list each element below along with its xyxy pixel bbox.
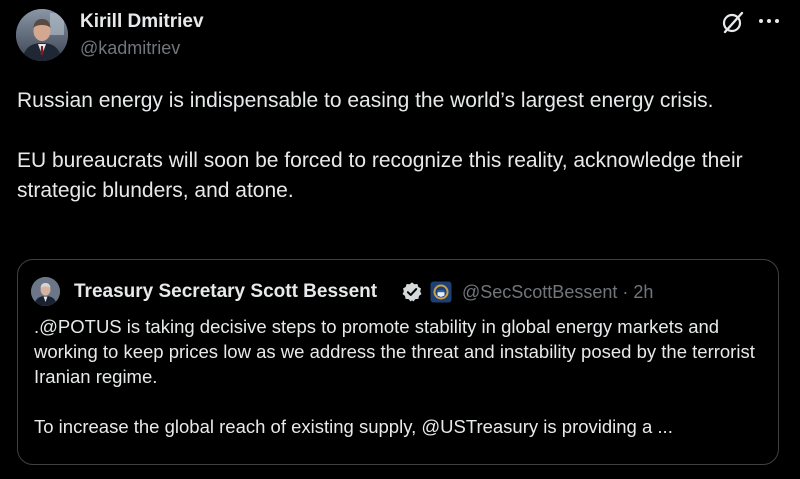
quote-paragraph-2: To increase the global reach of existing…	[34, 416, 673, 437]
more-icon[interactable]	[756, 8, 782, 34]
quote-timestamp[interactable]: 2h	[633, 282, 653, 302]
quote-author-name[interactable]: Treasury Secretary Scott Bessent	[74, 280, 377, 304]
meta-separator: ·	[622, 282, 629, 302]
verified-icon	[401, 281, 423, 303]
tweet-paragraph-2: EU bureaucrats will soon be forced to re…	[17, 149, 743, 202]
tweet-paragraph-1: Russian energy is indispensable to easin…	[17, 89, 714, 112]
quote-paragraph-1: .@POTUS is taking decisive steps to prom…	[34, 316, 755, 387]
quote-author-meta: @SecScottBessent · 2h	[462, 280, 653, 304]
quote-author-handle[interactable]: @SecScottBessent	[462, 282, 617, 302]
gov-badge-icon	[430, 281, 452, 303]
author-name[interactable]: Kirill Dmitriev	[80, 10, 204, 34]
grok-icon[interactable]	[721, 10, 745, 34]
author-avatar[interactable]	[16, 9, 68, 61]
quoted-tweet[interactable]: Treasury Secretary Scott Bessent @SecSco…	[17, 259, 779, 465]
author-handle[interactable]: @kadmitriev	[80, 36, 180, 60]
tweet-text: Russian energy is indispensable to easin…	[17, 86, 787, 206]
quote-author-avatar[interactable]	[31, 277, 60, 306]
quote-text: .@POTUS is taking decisive steps to prom…	[34, 314, 769, 439]
tweet-card: Kirill Dmitriev @kadmitriev Russian ener…	[0, 0, 800, 479]
